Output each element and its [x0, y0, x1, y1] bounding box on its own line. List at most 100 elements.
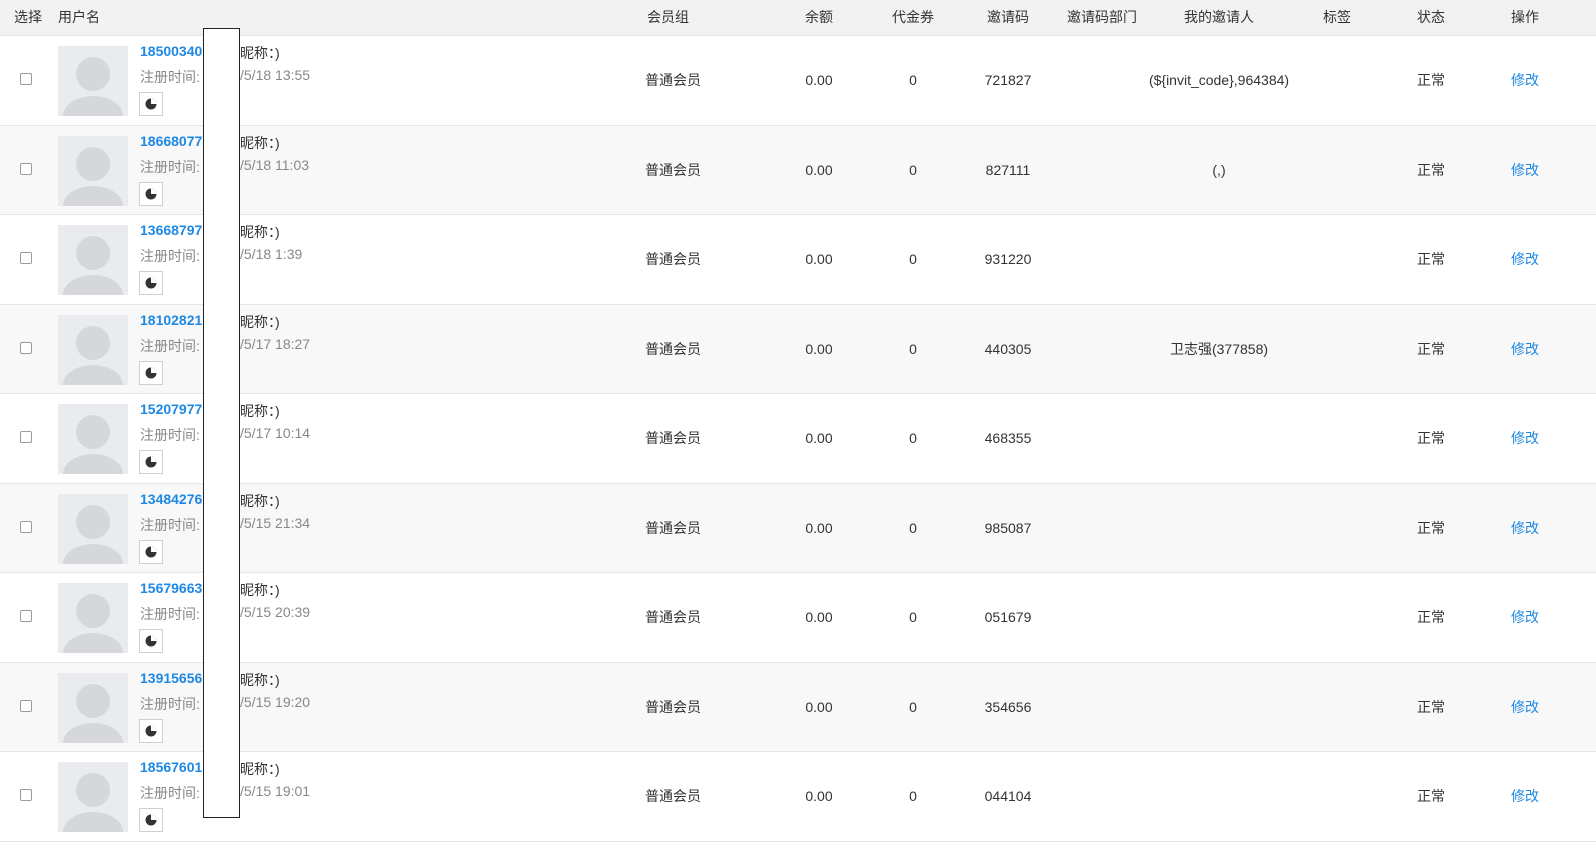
voucher-cell: 0	[909, 698, 917, 715]
user-placeholder-icon	[58, 314, 128, 385]
header-voucher: 代金券	[892, 9, 934, 25]
row-select-checkbox[interactable]	[20, 699, 32, 712]
status-cell: 正常	[1417, 161, 1445, 178]
member-group-cell: 普通会员	[645, 519, 701, 536]
edit-link[interactable]: 修改	[1511, 484, 1539, 572]
reg-time-value: /5/17 18:27	[240, 335, 311, 352]
header-tag: 标签	[1323, 9, 1351, 25]
reg-time-label: 注册时间:	[140, 695, 200, 712]
pie-chart-icon	[145, 725, 157, 736]
member-group-cell: 普通会员	[645, 430, 701, 446]
reg-time-value: /5/15 21:34	[240, 514, 311, 531]
pie-chart-icon	[145, 546, 157, 557]
inviter-cell: 卫志强(377858)	[1169, 340, 1269, 357]
username-link[interactable]: 13668797	[140, 222, 202, 238]
row-select-checkbox[interactable]	[20, 431, 32, 443]
pie-chart-icon	[145, 188, 157, 199]
balance-cell: 0.00	[805, 340, 833, 357]
edit-link[interactable]: 修改	[1511, 126, 1539, 214]
row-select-checkbox[interactable]	[20, 252, 32, 264]
edit-link[interactable]: 修改	[1511, 215, 1539, 303]
nickname: 昵称：)	[240, 492, 280, 509]
edit-link[interactable]: 修改	[1511, 663, 1539, 751]
edit-link[interactable]: 修改	[1511, 394, 1539, 482]
edit-link[interactable]: 修改	[1511, 573, 1539, 661]
nickname: 昵称：)	[240, 671, 280, 688]
header-invite-dept: 邀请码部门	[1067, 9, 1137, 25]
username-link[interactable]: 18668077	[140, 133, 202, 149]
row-select-checkbox[interactable]	[20, 73, 32, 85]
history-button[interactable]	[139, 92, 163, 116]
header-my-inviter: 我的邀请人	[1184, 9, 1254, 25]
history-button[interactable]	[139, 360, 163, 385]
invite-code-cell: 985087	[984, 519, 1032, 536]
history-button[interactable]	[139, 539, 163, 564]
inviter-cell: (${invit_code},964384)	[1148, 72, 1290, 88]
invite-code-cell: 468355	[984, 430, 1032, 446]
row-select-checkbox[interactable]	[20, 520, 32, 533]
reg-time-value: /5/15 19:20	[240, 693, 311, 710]
balance-cell: 0.00	[805, 519, 833, 536]
invite-code-cell: 440305	[984, 340, 1032, 357]
header-status: 状态	[1417, 9, 1445, 25]
invite-code-cell: 354656	[984, 698, 1032, 715]
user-placeholder-icon	[58, 583, 128, 653]
member-group-cell: 普通会员	[645, 788, 701, 804]
edit-link[interactable]: 修改	[1511, 36, 1539, 124]
row-select-checkbox[interactable]	[20, 341, 32, 354]
nickname: 昵称：)	[240, 134, 280, 151]
row-select-checkbox[interactable]	[20, 610, 32, 622]
row-select-checkbox[interactable]	[20, 162, 32, 175]
reg-time-value: /5/15 20:39	[240, 604, 311, 620]
user-placeholder-icon	[58, 46, 128, 116]
username-link[interactable]: 18500340	[140, 43, 202, 59]
reg-time-label: 注册时间:	[140, 785, 200, 801]
balance-cell: 0.00	[805, 72, 833, 88]
reg-time-label: 注册时间:	[140, 516, 200, 533]
history-button[interactable]	[139, 450, 163, 474]
username-link[interactable]: 13915656	[140, 670, 202, 686]
invite-code-cell: 721827	[984, 72, 1032, 88]
reg-time-label: 注册时间:	[140, 337, 200, 354]
row-select-checkbox[interactable]	[20, 789, 32, 801]
username-link[interactable]: 15679663	[140, 580, 202, 596]
user-placeholder-icon	[58, 225, 128, 295]
nickname: 昵称：)	[240, 761, 280, 777]
user-placeholder-icon	[58, 762, 128, 832]
balance-cell: 0.00	[805, 609, 833, 625]
edit-link[interactable]: 修改	[1511, 305, 1539, 393]
pie-chart-icon	[145, 635, 157, 647]
status-cell: 正常	[1417, 72, 1445, 88]
inviter-cell: (,)	[1212, 161, 1226, 178]
reg-time-label: 注册时间:	[140, 158, 200, 175]
history-button[interactable]	[139, 808, 163, 832]
username-link[interactable]: 15207977	[140, 401, 202, 417]
history-button[interactable]	[139, 718, 163, 743]
header-invite-code: 邀请码	[987, 9, 1029, 25]
history-button[interactable]	[139, 629, 163, 653]
reg-time-label: 注册时间:	[140, 427, 200, 443]
voucher-cell: 0	[909, 519, 917, 536]
history-button[interactable]	[139, 181, 163, 206]
invite-code-cell: 827111	[985, 161, 1031, 178]
header-balance: 余额	[805, 9, 833, 25]
username-link[interactable]: 13484276	[140, 491, 202, 507]
status-cell: 正常	[1417, 698, 1445, 715]
invite-code-cell: 044104	[984, 788, 1032, 804]
voucher-cell: 0	[909, 72, 917, 88]
voucher-cell: 0	[909, 430, 917, 446]
username-link[interactable]: 18102821	[140, 312, 202, 328]
history-button[interactable]	[139, 271, 163, 295]
member-group-cell: 普通会员	[645, 698, 701, 715]
username-link[interactable]: 18567601	[140, 759, 202, 775]
reg-time-value: /5/18 13:55	[240, 67, 311, 83]
member-group-cell: 普通会员	[645, 161, 701, 178]
status-cell: 正常	[1417, 788, 1445, 804]
balance-cell: 0.00	[805, 698, 833, 715]
edit-link[interactable]: 修改	[1511, 752, 1539, 840]
voucher-cell: 0	[909, 609, 917, 625]
balance-cell: 0.00	[805, 161, 833, 178]
member-group-cell: 普通会员	[645, 251, 701, 267]
pie-chart-icon	[145, 367, 157, 378]
reg-time-label: 注册时间:	[140, 69, 200, 85]
